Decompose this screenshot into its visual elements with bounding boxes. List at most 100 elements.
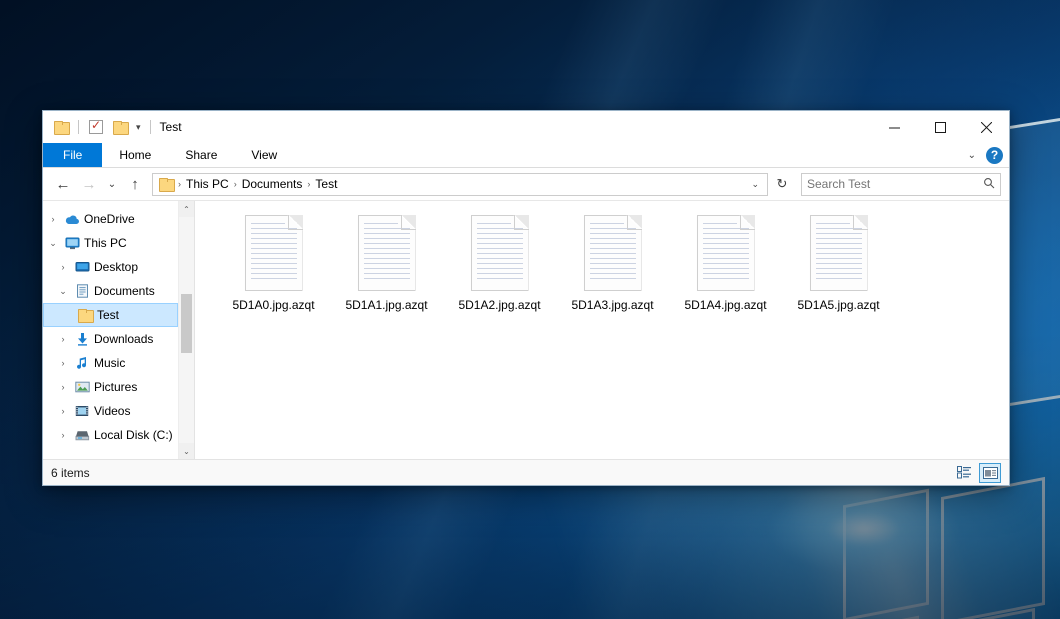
chevron-down-icon[interactable]: ▾ (134, 122, 143, 133)
tab-file[interactable]: File (43, 143, 102, 167)
generic-document-icon (810, 215, 868, 291)
title-bar: ▾ Test (43, 111, 1009, 143)
chevron-right-icon[interactable]: › (43, 214, 63, 224)
cloud-icon (63, 214, 81, 225)
qat-separator-2 (150, 120, 151, 134)
documents-icon (73, 284, 91, 298)
folder-icon[interactable] (51, 117, 71, 137)
sidebar-item-onedrive[interactable]: › OneDrive (43, 207, 178, 231)
chevron-down-icon[interactable]: ⌄ (53, 286, 73, 297)
sidebar-item-documents[interactable]: ⌄ Documents (43, 279, 178, 303)
chevron-down-icon[interactable]: ⌄ (43, 238, 63, 249)
chevron-right-icon[interactable]: › (53, 430, 73, 440)
generic-document-icon (358, 215, 416, 291)
file-explorer-window: ▾ Test File Home Share View ⌄ ? ← → (42, 110, 1010, 486)
chevron-right-icon[interactable]: › (53, 334, 73, 344)
close-icon[interactable] (963, 111, 1009, 143)
forward-button[interactable]: → (77, 172, 101, 196)
scroll-down-icon[interactable]: ⌄ (179, 443, 194, 459)
breadcrumb[interactable]: › This PC › Documents › Test ⌄ (152, 173, 768, 196)
scrollbar-track[interactable] (179, 217, 194, 443)
qat-separator-1 (78, 120, 79, 134)
list-item[interactable]: 5D1A1.jpg.azqt (330, 213, 443, 312)
download-icon (73, 332, 91, 346)
sidebar-item-label: OneDrive (81, 212, 135, 226)
properties-checkbox-icon[interactable] (86, 117, 106, 137)
sidebar-item-label: Local Disk (C:) (91, 428, 173, 442)
chevron-right-icon[interactable]: › (53, 358, 73, 368)
back-button[interactable]: ← (51, 172, 75, 196)
view-mode-buttons (953, 463, 1001, 483)
ribbon-right-controls: ⌄ ? (962, 143, 1009, 167)
tab-share[interactable]: Share (168, 143, 234, 167)
music-icon (73, 356, 91, 370)
list-item[interactable]: 5D1A2.jpg.azqt (443, 213, 556, 312)
sidebar-item-label: Pictures (91, 380, 137, 394)
file-name: 5D1A1.jpg.azqt (345, 298, 427, 312)
breadcrumb-item-this-pc[interactable]: This PC (183, 177, 232, 191)
sidebar-item-desktop[interactable]: › Desktop (43, 255, 178, 279)
scroll-up-icon[interactable]: ⌃ (179, 201, 194, 217)
file-list-pane[interactable]: 5D1A0.jpg.azqt 5D1A1.jpg.azqt (195, 201, 1009, 459)
sidebar-item-local-disk-c[interactable]: › Local Disk (C:) (43, 423, 178, 447)
sidebar-item-test[interactable]: Test (43, 303, 178, 327)
sidebar-item-videos[interactable]: › Videos (43, 399, 178, 423)
window-title: Test (160, 120, 182, 134)
help-icon[interactable]: ? (986, 147, 1003, 164)
window-body: › OneDrive ⌄ This PC › (43, 200, 1009, 459)
search-icon[interactable] (983, 177, 995, 192)
chevron-down-icon[interactable]: ⌄ (745, 179, 765, 190)
window-controls (871, 111, 1009, 143)
tab-home[interactable]: Home (102, 143, 168, 167)
videos-icon (73, 405, 91, 417)
quick-access-toolbar: ▾ (43, 117, 154, 137)
sidebar-item-downloads[interactable]: › Downloads (43, 327, 178, 351)
file-name: 5D1A0.jpg.azqt (232, 298, 314, 312)
file-name: 5D1A3.jpg.azqt (571, 298, 653, 312)
chevron-right-icon[interactable]: › (53, 406, 73, 416)
navigation-scrollbar[interactable]: ⌃ ⌄ (178, 201, 194, 459)
new-folder-icon[interactable] (110, 117, 130, 137)
tab-view[interactable]: View (234, 143, 294, 167)
pictures-icon (73, 381, 91, 393)
chevron-right-icon[interactable]: › (53, 262, 73, 272)
file-grid: 5D1A0.jpg.azqt 5D1A1.jpg.azqt (217, 213, 999, 312)
file-name: 5D1A2.jpg.azqt (458, 298, 540, 312)
file-name: 5D1A4.jpg.azqt (684, 298, 766, 312)
sidebar-item-label: Documents (91, 284, 155, 298)
up-button[interactable]: ↑ (123, 172, 147, 196)
scrollbar-thumb[interactable] (181, 294, 192, 353)
breadcrumb-separator-1: › (232, 179, 239, 189)
details-view-icon[interactable] (953, 463, 975, 483)
recent-locations-button[interactable]: ⌄ (103, 172, 121, 196)
minimize-icon[interactable] (871, 111, 917, 143)
sidebar-item-music[interactable]: › Music (43, 351, 178, 375)
large-icons-view-icon[interactable] (979, 463, 1001, 483)
breadcrumb-separator-0: › (176, 179, 183, 189)
sidebar-item-label: This PC (81, 236, 127, 250)
drive-icon (73, 429, 91, 441)
chevron-down-icon[interactable]: ⌄ (962, 150, 982, 161)
ribbon-tab-bar: File Home Share View ⌄ ? (43, 143, 1009, 168)
refresh-icon[interactable]: ↻ (770, 173, 794, 196)
sidebar-item-label: Desktop (91, 260, 138, 274)
search-input[interactable] (807, 177, 983, 191)
sidebar-item-label: Videos (91, 404, 130, 418)
item-count-label: 6 items (51, 466, 90, 480)
generic-document-icon (245, 215, 303, 291)
list-item[interactable]: 5D1A0.jpg.azqt (217, 213, 330, 312)
navigation-pane: › OneDrive ⌄ This PC › (43, 201, 195, 459)
search-box[interactable] (801, 173, 1001, 196)
sidebar-item-this-pc[interactable]: ⌄ This PC (43, 231, 178, 255)
list-item[interactable]: 5D1A5.jpg.azqt (782, 213, 895, 312)
breadcrumb-item-test[interactable]: Test (312, 177, 340, 191)
generic-document-icon (697, 215, 755, 291)
chevron-right-icon[interactable]: › (53, 382, 73, 392)
breadcrumb-item-documents[interactable]: Documents (239, 177, 306, 191)
maximize-icon[interactable] (917, 111, 963, 143)
file-name: 5D1A5.jpg.azqt (797, 298, 879, 312)
folder-icon (159, 178, 173, 190)
list-item[interactable]: 5D1A4.jpg.azqt (669, 213, 782, 312)
sidebar-item-pictures[interactable]: › Pictures (43, 375, 178, 399)
list-item[interactable]: 5D1A3.jpg.azqt (556, 213, 669, 312)
